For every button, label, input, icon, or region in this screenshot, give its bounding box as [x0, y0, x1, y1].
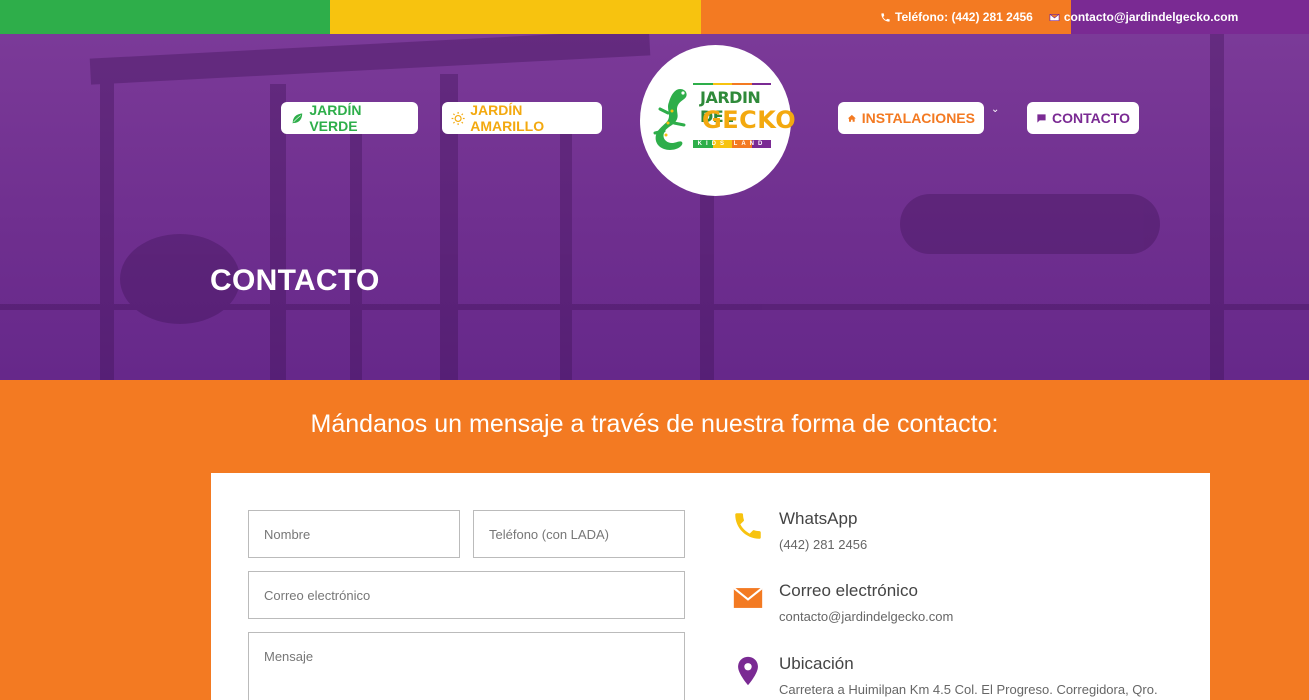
top-email[interactable]: contacto@jardindelgecko.com	[1049, 10, 1238, 24]
info-location-title: Ubicación	[779, 654, 854, 673]
top-contact-info: Teléfono: (442) 281 2456 contacto@jardin…	[880, 0, 1238, 34]
chat-icon	[1037, 113, 1046, 123]
name-input-placeholder: Nombre	[264, 526, 311, 542]
envelope-icon	[1049, 13, 1060, 21]
top-phone[interactable]: Teléfono: (442) 281 2456	[880, 10, 1033, 24]
top-phone-text: Teléfono: (442) 281 2456	[895, 10, 1033, 24]
logo-top-stripe	[693, 83, 771, 85]
message-textarea[interactable]: Mensaje	[248, 632, 685, 700]
top-bar-green-segment	[0, 0, 330, 34]
phone-icon	[735, 513, 761, 539]
info-whatsapp-title: WhatsApp	[779, 509, 858, 528]
nav-instalaciones[interactable]: INSTALACIONES	[838, 102, 984, 134]
site-logo[interactable]: JARDIN DEL GECKO KIDS LAND	[640, 45, 796, 196]
page-title: CONTACTO	[210, 264, 380, 297]
nav-contacto-label: CONTACTO	[1051, 110, 1130, 126]
phone-input-placeholder: Teléfono (con LADA)	[489, 526, 609, 542]
contact-section-title: Mándanos un mensaje a través de nuestra …	[310, 410, 999, 438]
email-input[interactable]: Correo electrónico	[248, 571, 685, 619]
contact-card: Nombre Teléfono (con LADA) Correo electr…	[211, 473, 1210, 700]
sun-icon	[451, 111, 465, 125]
info-email-title: Correo electrónico	[779, 581, 918, 600]
logo-text-line2: GECKO	[702, 106, 797, 134]
logo-tagline: KIDS LAND	[697, 141, 767, 147]
email-input-placeholder: Correo electrónico	[264, 587, 371, 603]
nav-jardin-amarillo[interactable]: JARDÍN AMARILLO	[442, 102, 602, 134]
nav-jardin-amarillo-label: JARDÍN AMARILLO	[470, 102, 545, 134]
info-whatsapp-value[interactable]: (442) 281 2456	[779, 537, 867, 552]
name-input[interactable]: Nombre	[248, 510, 460, 558]
nav-contacto[interactable]: CONTACTO	[1027, 102, 1139, 134]
phone-input[interactable]: Teléfono (con LADA)	[473, 510, 685, 558]
top-email-text: contacto@jardindelgecko.com	[1063, 10, 1239, 24]
home-icon	[847, 114, 856, 122]
nav-instalaciones-label: INSTALACIONES	[861, 110, 975, 126]
info-email-value[interactable]: contacto@jardindelgecko.com	[779, 609, 953, 624]
phone-icon	[881, 12, 890, 22]
envelope-icon	[733, 587, 763, 608]
nav-jardin-verde[interactable]: JARDÍN VERDE	[281, 102, 418, 134]
info-location-value: Carretera a Huimilpan Km 4.5 Col. El Pro…	[779, 682, 1158, 697]
leaf-icon	[292, 112, 303, 124]
map-pin-icon	[738, 656, 758, 686]
chevron-down-icon[interactable]: ⌄	[991, 104, 999, 115]
top-bar-yellow-segment	[330, 0, 701, 34]
message-textarea-placeholder: Mensaje	[264, 649, 314, 664]
nav-jardin-verde-label: JARDÍN VERDE	[309, 102, 362, 134]
